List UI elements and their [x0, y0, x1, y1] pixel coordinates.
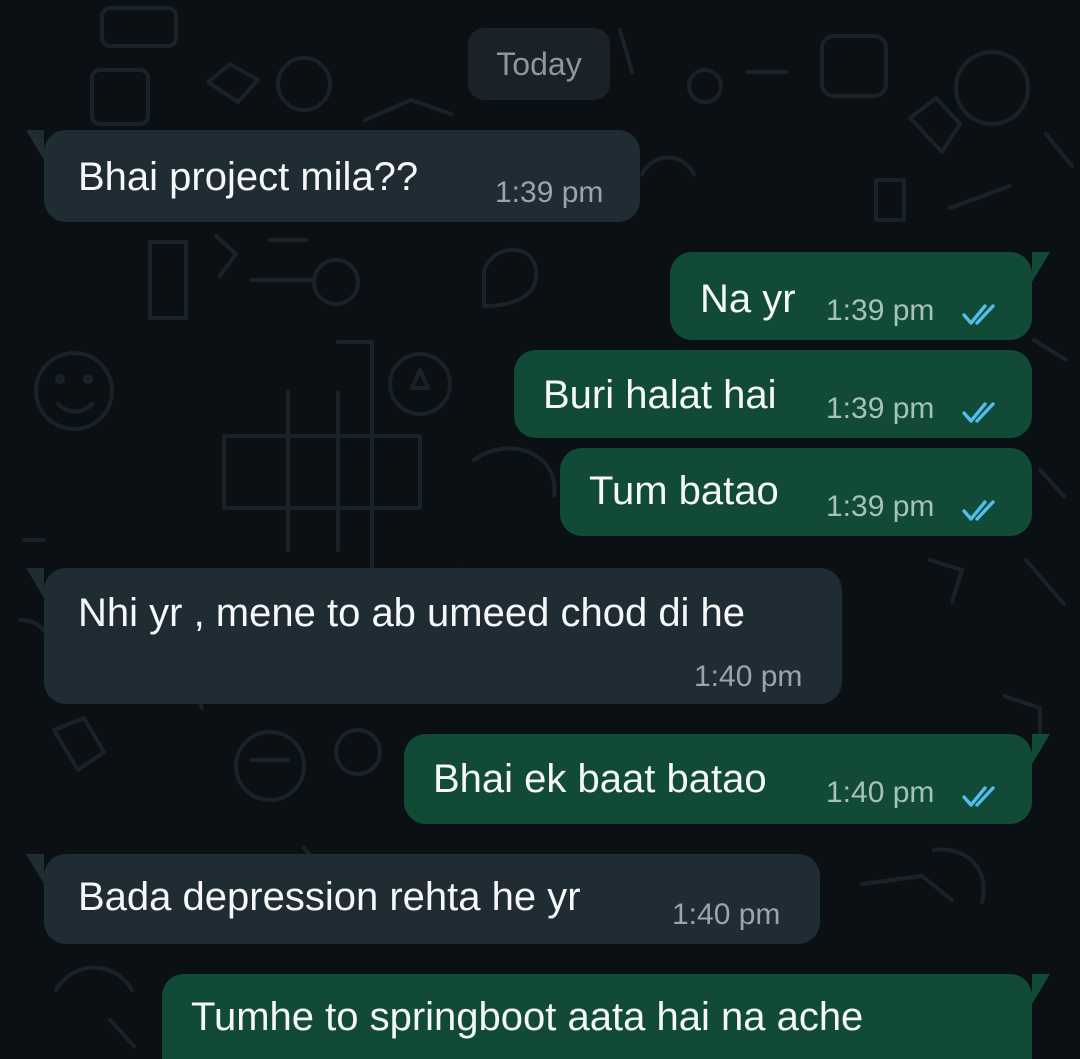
- double-check-icon: [962, 402, 995, 423]
- message-bubble-outgoing[interactable]: Na yr 1:39 pm: [670, 252, 1050, 340]
- message-text: Tum batao: [589, 469, 779, 513]
- message-text: Buri halat hai: [543, 373, 777, 417]
- message-bubble-outgoing[interactable]: Tum batao 1:39 pm: [560, 448, 1032, 536]
- message-timestamp: 1:40 pm: [694, 660, 803, 693]
- message-bubble-outgoing[interactable]: Tumhe to springboot aata hai na ache: [162, 974, 1050, 1059]
- message-bubble-incoming[interactable]: Bhai project mila?? 1:39 pm: [26, 130, 640, 222]
- date-separator: Today: [468, 28, 610, 100]
- message-timestamp: 1:39 pm: [826, 490, 935, 523]
- message-timestamp: 1:39 pm: [495, 176, 604, 209]
- chat-thread: Today Bhai project mila?? 1:39 pm Na yr …: [0, 0, 1080, 1059]
- message-text: Na yr: [700, 277, 796, 321]
- double-check-icon: [962, 786, 995, 807]
- message-text: Nhi yr , mene to ab umeed chod di he: [78, 591, 746, 635]
- message-timestamp: 1:40 pm: [672, 898, 781, 931]
- message-timestamp: 1:39 pm: [826, 392, 935, 425]
- message-timestamp: 1:39 pm: [826, 294, 935, 327]
- message-timestamp: 1:40 pm: [826, 776, 935, 809]
- double-check-icon: [962, 304, 995, 325]
- message-text: Bada depression rehta he yr: [78, 875, 581, 919]
- message-bubble-incoming[interactable]: Bada depression rehta he yr 1:40 pm: [26, 854, 820, 944]
- message-bubble-incoming[interactable]: Nhi yr , mene to ab umeed chod di he 1:4…: [26, 568, 842, 704]
- message-bubble-outgoing[interactable]: Bhai ek baat batao 1:40 pm: [404, 734, 1050, 824]
- message-text: Bhai ek baat batao: [433, 757, 767, 801]
- message-bubble-outgoing[interactable]: Buri halat hai 1:39 pm: [514, 350, 1032, 438]
- message-text: Tumhe to springboot aata hai na ache: [191, 995, 864, 1039]
- double-check-icon: [962, 500, 995, 521]
- message-text: Bhai project mila??: [78, 155, 419, 199]
